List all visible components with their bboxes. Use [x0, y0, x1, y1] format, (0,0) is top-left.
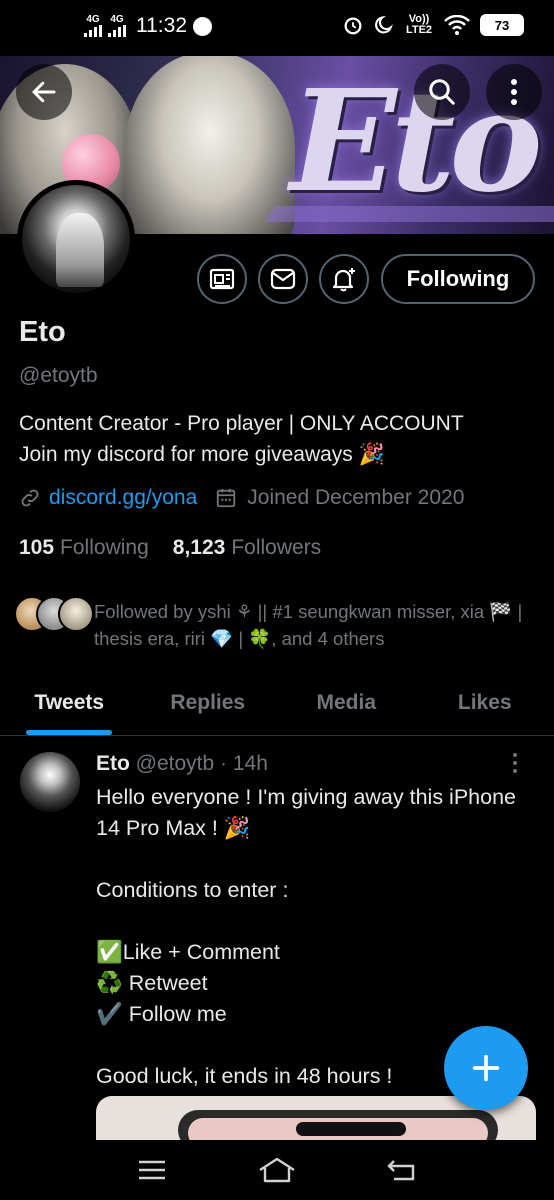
following-count: 105 [19, 536, 55, 559]
joined-date: Joined December 2020 [247, 486, 465, 509]
tweet-more-button[interactable] [512, 752, 518, 780]
dynamic-island [296, 1122, 406, 1136]
tweet-header: Eto @etoytb · 14h [96, 752, 268, 776]
signal-icon: 4G [84, 15, 102, 37]
menu-icon [139, 1160, 166, 1180]
follow-counts: 105 Following 8,123 Followers [19, 536, 321, 560]
newsletter-icon [209, 268, 235, 290]
moon-icon [375, 15, 394, 34]
avatar[interactable] [17, 180, 135, 298]
search-button[interactable] [414, 64, 470, 120]
back-icon [386, 1160, 414, 1181]
calendar-icon [217, 488, 236, 508]
following-count-link[interactable]: 105 Following [19, 536, 149, 560]
following-label: Following [60, 536, 149, 559]
network-type-label: 4G [86, 14, 100, 25]
back-nav-button[interactable] [372, 1150, 432, 1190]
bio-line: Content Creator - Pro player | ONLY ACCO… [19, 412, 464, 435]
profile-meta: discord.gg/yona Joined December 2020 [19, 486, 464, 510]
notify-button[interactable] [319, 254, 369, 304]
more-vertical-icon [513, 753, 517, 773]
followers-count-link[interactable]: 8,123 Followers [173, 536, 321, 560]
status-right: Vo)) LTE2 73 [342, 14, 524, 36]
status-bar: 4G 4G 11:32 Vo)) LTE2 73 [0, 0, 554, 56]
arrow-left-icon [32, 81, 56, 103]
envelope-icon [270, 268, 296, 290]
tweet-handle: @etoytb [135, 752, 215, 775]
more-button[interactable] [486, 64, 542, 120]
battery-icon: 73 [480, 14, 524, 36]
tweet-author[interactable]: Eto [96, 752, 130, 775]
network-type-label: 4G [110, 14, 124, 25]
message-button[interactable] [258, 254, 308, 304]
home-icon [259, 1157, 295, 1183]
avatar-figure [56, 213, 104, 287]
link-icon [21, 489, 39, 507]
profile-screen: 4G 4G 11:32 Vo)) LTE2 73 Eto Following E… [0, 0, 554, 1200]
compose-button[interactable] [444, 1026, 528, 1110]
search-icon [429, 79, 455, 105]
bio-line: Join my discord for more giveaways 🎉 [19, 443, 385, 466]
system-nav-bar [0, 1140, 554, 1200]
tab-replies[interactable]: Replies [139, 670, 278, 735]
back-button[interactable] [16, 64, 72, 120]
profile-bio: Content Creator - Pro player | ONLY ACCO… [19, 408, 539, 470]
followers-label: Followers [231, 536, 322, 559]
clock: 11:32 [136, 14, 187, 37]
profile-tabs: Tweets Replies Media Likes [0, 670, 554, 736]
tab-likes[interactable]: Likes [416, 670, 554, 735]
home-button[interactable] [247, 1150, 307, 1190]
profile-link[interactable]: discord.gg/yona [49, 486, 197, 510]
followed-by-text[interactable]: Followed by yshi ⚘ || #1 seungkwan misse… [94, 598, 534, 652]
plus-icon [472, 1054, 500, 1082]
tweet-avatar[interactable] [20, 752, 80, 812]
profile-handle: @etoytb [19, 364, 98, 387]
following-button[interactable]: Following [381, 254, 535, 304]
notification-icon [193, 16, 212, 36]
newsletter-button[interactable] [197, 254, 247, 304]
profile-name: Eto [19, 316, 66, 348]
signal-icon: 4G [108, 15, 126, 37]
bell-plus-icon [332, 268, 355, 292]
more-vertical-icon [511, 79, 517, 105]
alarm-icon [344, 17, 362, 35]
banner-statue [125, 56, 295, 234]
tweet-time: · 14h [220, 752, 268, 775]
wifi-icon [444, 15, 470, 35]
volte-label: Vo)) LTE2 [405, 13, 433, 36]
avatar [58, 596, 94, 632]
status-left: 4G 4G 11:32 [84, 14, 212, 38]
tab-media[interactable]: Media [277, 670, 416, 735]
followed-by-avatars[interactable] [14, 596, 94, 632]
followers-count: 8,123 [172, 536, 226, 559]
recents-button[interactable] [122, 1150, 182, 1190]
tab-tweets[interactable]: Tweets [0, 670, 139, 735]
